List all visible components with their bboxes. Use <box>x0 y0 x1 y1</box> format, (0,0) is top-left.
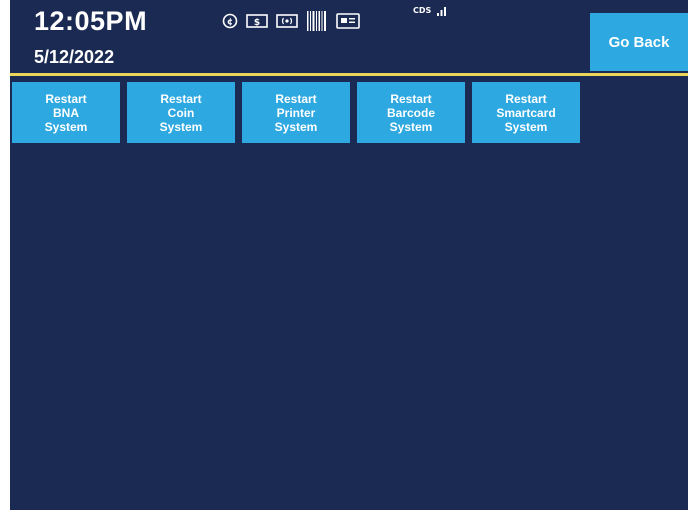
svg-text:¢: ¢ <box>227 18 233 28</box>
clock-time: 12:05PM <box>34 6 148 36</box>
restart-printer-button[interactable]: Restart Printer System <box>242 82 350 143</box>
button-label-line: System <box>504 119 548 134</box>
go-back-button[interactable]: Go Back <box>590 13 688 71</box>
header-divider <box>10 73 688 76</box>
restart-bna-button[interactable]: Restart BNA System <box>12 82 120 143</box>
cash-icon: $ <box>246 14 268 28</box>
button-label-line: BNA <box>53 105 79 120</box>
card-reader-icon <box>336 13 360 29</box>
button-label-line: Restart <box>505 91 547 106</box>
restart-coin-button[interactable]: Restart Coin System <box>127 82 235 143</box>
svg-text:$: $ <box>254 18 260 28</box>
button-label-line: Restart <box>160 91 202 106</box>
button-label-line: Restart <box>275 91 317 106</box>
cds-label: CDS <box>413 6 432 15</box>
contactless-icon <box>276 14 298 28</box>
restart-barcode-button[interactable]: Restart Barcode System <box>357 82 465 143</box>
button-label-line: Barcode <box>386 105 436 120</box>
restart-button-row: Restart BNA System Restart Coin System R… <box>12 82 587 143</box>
button-label-line: Smartcard <box>496 105 556 120</box>
button-label-line: System <box>44 119 88 134</box>
restart-smartcard-button[interactable]: Restart Smartcard System <box>472 82 580 143</box>
button-label-line: Restart <box>390 91 432 106</box>
header-bar: 12:05PM 5/12/2022 ¢ $ CDS Go Back <box>10 0 688 73</box>
button-label-line: Restart <box>45 91 87 106</box>
button-label-line: System <box>389 119 433 134</box>
barcode-icon <box>306 10 328 32</box>
button-label-line: System <box>159 119 203 134</box>
status-icon-bar: ¢ $ <box>222 10 360 32</box>
coin-icon: ¢ <box>222 13 238 29</box>
button-label-line: Printer <box>276 105 316 120</box>
button-label-line: System <box>274 119 318 134</box>
kiosk-screen: 12:05PM 5/12/2022 ¢ $ CDS Go Back Restar… <box>10 0 688 510</box>
signal-icon <box>436 4 448 22</box>
button-label-line: Coin <box>167 105 195 120</box>
clock-date: 5/12/2022 <box>34 47 115 67</box>
